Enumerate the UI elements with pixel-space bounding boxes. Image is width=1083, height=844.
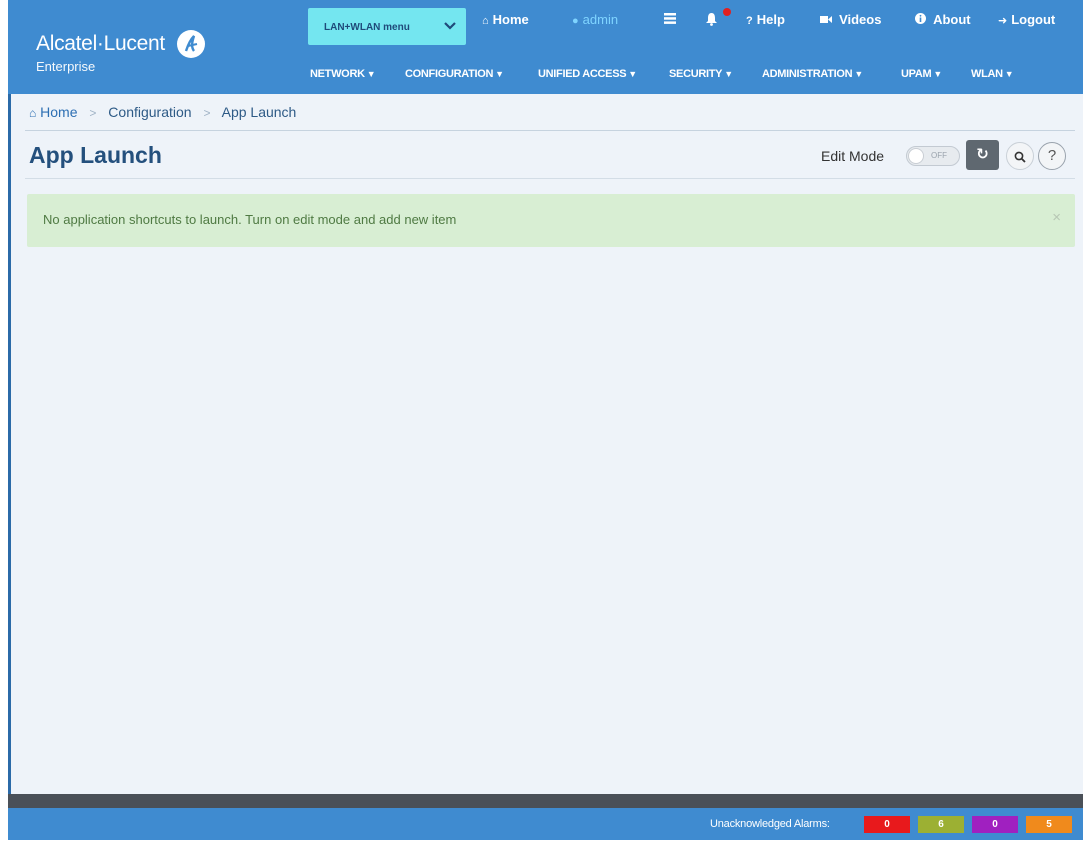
video-icon (820, 15, 835, 27)
search-icon (1014, 148, 1026, 163)
brand-subtitle: Enterprise (36, 59, 96, 74)
breadcrumb-home-label: Home (40, 104, 78, 120)
question-icon: ? (1047, 147, 1057, 164)
nav-administration-label: ADMINISTRATION (762, 68, 853, 80)
caret-down-icon: ▼ (366, 69, 376, 79)
home-icon: ⌂ (29, 106, 37, 120)
nav-upam-label: UPAM (901, 68, 932, 80)
nav-wlan[interactable]: WLAN ▼ (971, 68, 1014, 80)
user-icon: ● (572, 15, 579, 27)
divider (25, 178, 1075, 179)
brand-name: Alcatel·Lucent (36, 32, 165, 55)
nav-configuration-label: CONFIGURATION (405, 68, 494, 80)
top-link-alerts[interactable] (705, 12, 718, 29)
breadcrumb-current: App Launch (221, 104, 297, 120)
caret-down-icon: ▼ (1004, 69, 1014, 79)
breadcrumb-separator-icon: > (203, 106, 211, 120)
nav-network[interactable]: NETWORK ▼ (310, 68, 376, 80)
breadcrumb-home[interactable]: ⌂ Home (29, 104, 78, 120)
info-alert: No application shortcuts to launch. Turn… (27, 194, 1075, 247)
logout-icon: ➜ (998, 15, 1008, 27)
bell-icon (705, 13, 718, 29)
breadcrumb-configuration[interactable]: Configuration (108, 104, 191, 120)
nav-administration[interactable]: ADMINISTRATION ▼ (762, 68, 863, 80)
alert-message: No application shortcuts to launch. Turn… (43, 212, 457, 227)
question-icon: ? (746, 15, 753, 27)
menu-select[interactable]: LAN+WLAN menu (308, 8, 466, 45)
nav-security[interactable]: SECURITY ▼ (669, 68, 733, 80)
menu-select-value: LAN+WLAN menu (324, 22, 410, 33)
nav-security-label: SECURITY (669, 68, 723, 80)
edit-mode-toggle[interactable]: OFF (906, 146, 960, 166)
toggle-state-label: OFF (931, 151, 947, 160)
nav-network-label: NETWORK (310, 68, 365, 80)
breadcrumb: ⌂ Home > Configuration > App Launch (29, 104, 296, 120)
toggle-knob (908, 148, 924, 164)
brand-mark-icon (177, 30, 206, 58)
caret-down-icon: ▼ (854, 69, 863, 79)
caret-down-icon: ▼ (724, 69, 733, 79)
brand-logo[interactable]: Alcatel·Lucent Enterprise (36, 30, 206, 74)
top-link-help[interactable]: ? Help (746, 12, 785, 27)
caret-down-icon: ▼ (495, 69, 504, 79)
refresh-button[interactable]: ↻ (966, 140, 999, 170)
alarm-critical-badge[interactable]: 0 (864, 816, 910, 833)
page-title: App Launch (29, 142, 162, 168)
footer-divider (8, 794, 1083, 808)
alarms-label: Unacknowledged Alarms: (710, 818, 830, 830)
chevron-down-icon (444, 21, 456, 34)
footer-bar: Unacknowledged Alarms: 0 6 0 5 (8, 808, 1083, 840)
nav-configuration[interactable]: CONFIGURATION ▼ (405, 68, 504, 80)
refresh-icon: ↻ (976, 146, 989, 163)
top-link-home-label: Home (492, 12, 529, 27)
top-link-admin-label: admin (582, 12, 619, 27)
top-link-about[interactable]: About (915, 12, 971, 27)
alarm-minor-badge[interactable]: 0 (972, 816, 1018, 833)
edit-mode-label: Edit Mode (821, 148, 885, 164)
top-link-help-label: Help (756, 12, 785, 27)
caret-down-icon: ▼ (933, 69, 942, 79)
top-link-about-label: About (933, 12, 971, 27)
alert-badge (723, 8, 731, 16)
top-link-home[interactable]: ⌂ Home (482, 12, 529, 27)
top-link-logout[interactable]: ➜ Logout (998, 12, 1055, 27)
header-bar: Alcatel·Lucent Enterprise LAN+WLAN menu … (8, 0, 1083, 94)
alarm-major-badge[interactable]: 6 (918, 816, 964, 833)
divider (25, 130, 1075, 131)
main-content: ⌂ Home > Configuration > App Launch App … (8, 94, 1083, 794)
nav-unified-access-label: UNIFIED ACCESS (538, 68, 627, 80)
top-link-videos[interactable]: Videos (820, 12, 881, 27)
top-link-logout-label: Logout (1011, 12, 1056, 27)
nav-unified-access[interactable]: UNIFIED ACCESS ▼ (538, 68, 637, 80)
search-button[interactable] (1006, 142, 1034, 170)
help-button[interactable]: ? (1038, 142, 1066, 170)
alarm-warning-badge[interactable]: 5 (1026, 816, 1072, 833)
home-icon: ⌂ (482, 15, 489, 27)
top-link-admin[interactable]: ● admin (572, 12, 618, 27)
close-icon[interactable]: × (1052, 209, 1061, 226)
top-link-videos-label: Videos (839, 12, 882, 27)
top-link-list[interactable] (664, 12, 676, 27)
nav-upam[interactable]: UPAM ▼ (901, 68, 942, 80)
caret-down-icon: ▼ (628, 69, 637, 79)
info-icon (915, 13, 929, 27)
nav-wlan-label: WLAN (971, 68, 1003, 80)
breadcrumb-separator-icon: > (89, 106, 97, 120)
list-icon (664, 12, 676, 27)
